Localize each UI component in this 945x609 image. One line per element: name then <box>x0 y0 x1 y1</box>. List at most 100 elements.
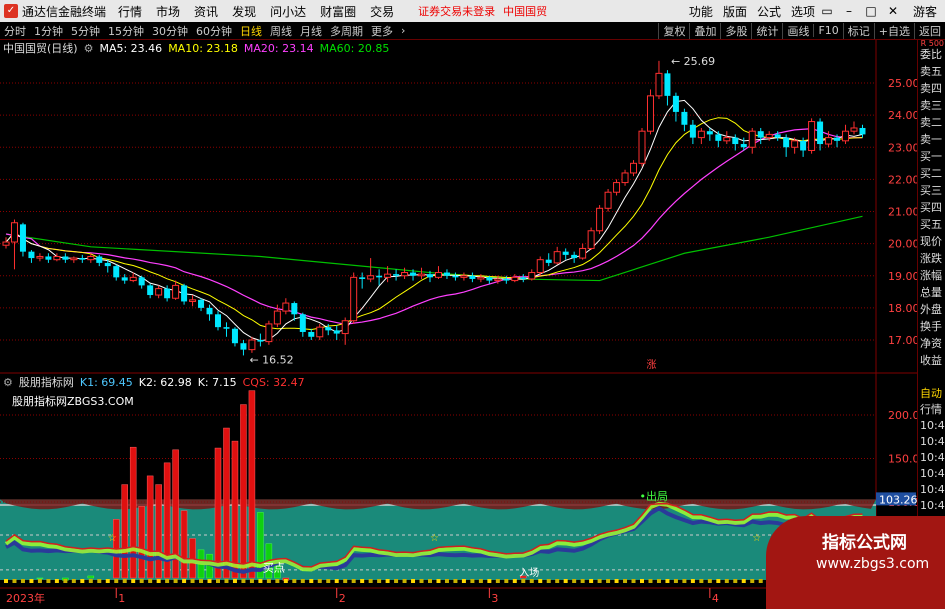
side-item[interactable]: 卖四 <box>918 80 945 97</box>
chevron-right-icon[interactable]: › <box>397 24 409 37</box>
period-intraday[interactable]: 分时 <box>0 23 30 39</box>
side-item[interactable]: 买四 <box>918 199 945 216</box>
candle-body-down <box>291 303 298 315</box>
side-item[interactable]: 涨跌 <box>918 250 945 267</box>
candle-body-down <box>96 256 103 263</box>
side-item[interactable]: 买三 <box>918 182 945 199</box>
tool-multi-stock[interactable]: 多股 <box>720 22 751 39</box>
indicator-base-dot <box>249 579 254 583</box>
indicator-base-dot <box>487 579 492 583</box>
side-item[interactable]: 换手 <box>918 318 945 335</box>
indicator-base-dot <box>360 579 365 583</box>
tool-adjust[interactable]: 复权 <box>658 22 689 39</box>
price-tick-label: 17.00 <box>888 334 917 347</box>
indicator-bar <box>129 446 137 579</box>
ma20-line <box>5 128 863 325</box>
side-item[interactable]: 卖二 <box>918 114 945 131</box>
indicator-base-dot <box>275 579 280 583</box>
indicator-base-dot <box>453 579 458 583</box>
period-60min[interactable]: 60分钟 <box>192 23 236 39</box>
indicator-tick-label: 150.0 <box>888 453 917 466</box>
side-item[interactable]: 委比 <box>918 46 945 63</box>
candle-body-down <box>545 259 552 263</box>
period-multi[interactable]: 多周期 <box>326 23 367 39</box>
period-monthly[interactable]: 月线 <box>296 23 326 39</box>
kline-chart[interactable]: 25.00 24.00 23.00 22.00 21.00 20.00 19.00 18.00… <box>0 40 917 609</box>
menu-wealth[interactable]: 财富圈 <box>320 3 356 20</box>
settings-gear-icon[interactable]: ⚙ <box>84 42 94 55</box>
side-time: 10:45 <box>920 483 945 496</box>
side-item[interactable]: 卖五 <box>918 63 945 80</box>
indicator-base-dot <box>682 579 687 583</box>
side-item[interactable]: 买二 <box>918 165 945 182</box>
period-1min[interactable]: 1分钟 <box>30 23 67 39</box>
indicator-base-dot <box>589 579 594 583</box>
side-item[interactable]: 涨幅 <box>918 267 945 284</box>
side-quote-label[interactable]: 行情 <box>918 402 945 418</box>
candle-body-up <box>528 272 536 280</box>
close-icon[interactable]: ✕ <box>883 4 903 18</box>
period-15min[interactable]: 15分钟 <box>104 23 148 39</box>
candle-body-up <box>248 339 256 351</box>
side-item[interactable]: 净资 <box>918 335 945 352</box>
menu-quotes[interactable]: 行情 <box>118 3 142 20</box>
menu-market[interactable]: 市场 <box>156 3 180 20</box>
menu-discover[interactable]: 发现 <box>232 3 256 20</box>
restore-icon[interactable]: ▭ <box>817 4 837 18</box>
side-item[interactable]: 总量 <box>918 284 945 301</box>
indicator-base-dot <box>156 579 161 583</box>
candle-body-down <box>299 314 306 332</box>
candle-body-down <box>664 73 671 96</box>
tool-back[interactable]: 返回 <box>914 22 945 39</box>
indicator-bar <box>214 447 222 579</box>
menu-news[interactable]: 资讯 <box>194 3 218 20</box>
period-more[interactable]: 更多 <box>367 23 397 39</box>
menu-layout[interactable]: 版面 <box>723 3 747 20</box>
tool-f10[interactable]: F10 <box>813 24 842 37</box>
tool-mark[interactable]: 标记 <box>842 22 874 39</box>
period-daily[interactable]: 日线 <box>236 23 266 39</box>
menu-options[interactable]: 选项 <box>791 3 815 20</box>
candle-body-down <box>28 251 35 259</box>
period-5min[interactable]: 5分钟 <box>67 23 104 39</box>
minimize-icon[interactable]: – <box>839 4 859 18</box>
candle-body-down <box>308 331 315 337</box>
menu-trade[interactable]: 交易 <box>370 3 394 20</box>
login-warning[interactable]: 证券交易未登录 <box>418 3 495 19</box>
tool-add-favorite[interactable]: +自选 <box>873 22 914 39</box>
settings-gear-icon[interactable]: ⚙ <box>3 376 13 389</box>
star-marker: ☆ <box>108 533 117 544</box>
side-item[interactable]: 卖一 <box>918 131 945 148</box>
tool-draw[interactable]: 画线 <box>782 22 813 39</box>
ma-info-line: 中国国贸(日线) ⚙ MA5: 23.46 MA10: 23.18 MA20: … <box>0 41 389 56</box>
side-time: 10:44 <box>920 419 945 432</box>
tool-overlay[interactable]: 叠加 <box>689 22 720 39</box>
indicator-bar <box>138 506 145 579</box>
candle-body-up <box>265 323 273 343</box>
ma5-value: MA5: 23.46 <box>99 41 163 55</box>
candle-body-down <box>706 131 713 135</box>
indicator-base-dot <box>411 579 416 583</box>
menu-formula[interactable]: 公式 <box>757 3 781 20</box>
period-30min[interactable]: 30分钟 <box>148 23 192 39</box>
candle-body-up <box>579 247 587 259</box>
maximize-icon[interactable]: □ <box>861 4 881 18</box>
menu-ask[interactable]: 问小达 <box>270 3 306 20</box>
candle-body-up <box>2 241 10 246</box>
side-item[interactable]: 现价 <box>918 233 945 250</box>
side-item[interactable]: 买五 <box>918 216 945 233</box>
indicator-base-dot <box>292 579 297 583</box>
indicator-base-dot <box>631 579 636 583</box>
side-item[interactable]: 收益 <box>918 352 945 369</box>
guest-label[interactable]: 游客 <box>913 3 937 20</box>
menu-function[interactable]: 功能 <box>689 3 713 20</box>
period-weekly[interactable]: 周线 <box>266 23 296 39</box>
side-auto-label[interactable]: 自动 <box>918 386 945 402</box>
price-tick-label: 21.00 <box>888 206 917 219</box>
tool-stats[interactable]: 统计 <box>751 22 782 39</box>
side-item[interactable]: 卖三 <box>918 97 945 114</box>
candle-body-down <box>469 275 476 279</box>
indicator-base-dot <box>614 579 619 583</box>
side-item[interactable]: 外盘 <box>918 301 945 318</box>
side-item[interactable]: 买一 <box>918 148 945 165</box>
